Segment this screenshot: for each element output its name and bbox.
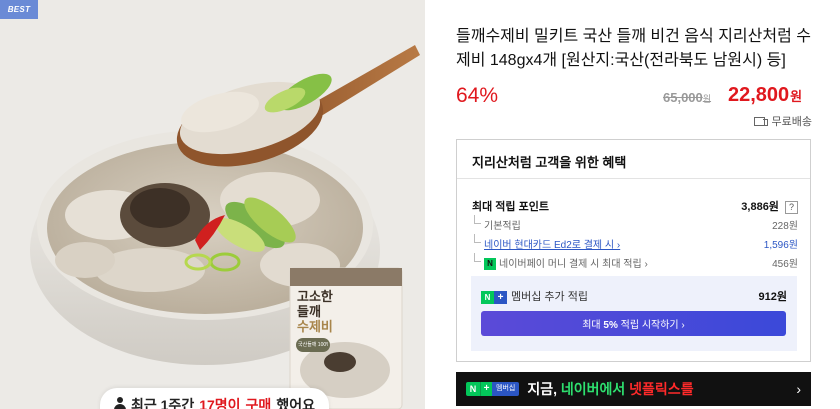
points-card-label[interactable]: 네이버 현대카드 Ed2로 결제 시 › [472, 234, 620, 251]
points-row-basic: 기본적립 228원 [472, 215, 798, 232]
banner-badge-text: 멤버십 [492, 382, 520, 396]
truck-icon [753, 116, 768, 126]
banner-badge-n: N [466, 382, 480, 396]
help-icon[interactable]: ? [785, 201, 798, 214]
membership-box: N + 멤버십 추가 적립 912원 최대 5% 적립 시작하기 › [471, 276, 797, 351]
original-price: 65,000원 [663, 90, 711, 105]
nplus-icon-plus: + [494, 290, 507, 304]
button-suffix: 적립 시작하기 › [620, 320, 685, 331]
original-price-value: 65,000 [663, 90, 703, 105]
original-price-unit: 원 [702, 94, 712, 104]
nplus-icon-n: N [481, 290, 494, 304]
membership-label-wrap: N + 멤버십 추가 적립 [481, 288, 588, 304]
best-badge: BEST [0, 0, 38, 19]
banner-text: 지금, 네이버에서 넷플릭스를 [527, 379, 788, 399]
banner-badge-plus: + [480, 382, 492, 396]
banner-text-1: 지금, [527, 381, 557, 397]
start-membership-button[interactable]: 최대 5% 적립 시작하기 › [481, 311, 786, 336]
points-basic-label: 기본적립 [472, 215, 521, 232]
points-npay-text[interactable]: 네이버페이 머니 결제 시 최대 적립 › [499, 259, 648, 270]
package-title-line3: 수제비 [297, 320, 333, 335]
points-row-card[interactable]: 네이버 현대카드 Ed2로 결제 시 › 1,596원 [472, 234, 798, 251]
banner-text-3: 넷플릭스를 [629, 381, 694, 397]
chevron-right-icon: › [796, 381, 801, 397]
button-rate: 5% [603, 320, 618, 331]
buyers-action: 구매 [245, 397, 272, 409]
buyers-prefix: 최근 1주간 [131, 397, 195, 409]
person-icon [114, 397, 126, 409]
benefit-heading: 지리산처럼 고객을 위한 혜택 [457, 140, 810, 179]
button-prefix: 최대 [582, 320, 601, 331]
shipping-label: 무료배송 [771, 116, 812, 128]
points-basic-value: 228원 [772, 221, 798, 232]
netflix-promo-banner[interactable]: N + 멤버십 지금, 네이버에서 넷플릭스를 › [456, 372, 811, 406]
package-sticker: 국산들깨 100% [298, 342, 328, 348]
benefit-box: 지리산처럼 고객을 위한 혜택 최대 적립 포인트 3,886원 ? 기본적립 … [456, 139, 811, 362]
package-title-line2: 들깨 [297, 305, 321, 320]
sale-price-unit: 원 [790, 89, 803, 104]
product-photo-illustration [0, 0, 425, 409]
sale-price-value: 22,800 [728, 84, 790, 106]
banner-text-2: 네이버에서 [560, 381, 626, 397]
buyers-suffix: 했어요 [276, 397, 315, 409]
max-points-row: 최대 적립 포인트 3,886원 ? [472, 198, 798, 214]
max-points-label: 최대 적립 포인트 [472, 201, 549, 213]
membership-label: 멤버십 추가 적립 [511, 291, 588, 303]
points-npay-label[interactable]: N 네이버페이 머니 결제 시 최대 적립 › [472, 252, 648, 271]
product-info-panel: 들깨수제비 밀키트 국산 들깨 비건 음식 지리산처럼 수제비 148gx4개 … [456, 0, 812, 409]
max-points-value: 3,886원 [741, 201, 779, 213]
discount-rate: 64% [456, 84, 499, 107]
nplus-membership-icon: N + 멤버십 [466, 382, 520, 396]
recent-buyers-notice: 최근 1주간 17명이 구매 했어요 [100, 388, 329, 409]
membership-row: N + 멤버십 추가 적립 912원 [481, 288, 787, 304]
product-title: 들깨수제비 밀키트 국산 들깨 비건 음식 지리산처럼 수제비 148gx4개 … [456, 28, 811, 69]
sale-price: 22,800원 [728, 84, 802, 107]
membership-value: 912원 [758, 291, 787, 303]
max-points-wrap: 3,886원 ? [741, 198, 798, 214]
shipping-info: 무료배송 [753, 113, 812, 129]
points-card-value: 1,596원 [763, 240, 798, 251]
nplus-icon: N + [481, 290, 507, 304]
package-label: 고소한 들깨 수제비 [297, 290, 333, 335]
npay-icon: N [484, 258, 496, 271]
points-row-npay[interactable]: N 네이버페이 머니 결제 시 최대 적립 › 456원 [472, 252, 798, 271]
points-npay-value: 456원 [772, 259, 798, 271]
package-title-line1: 고소한 [297, 290, 333, 305]
product-image[interactable]: 고소한 들깨 수제비 국산들깨 100% BEST 최근 1주간 17명이 구매… [0, 0, 425, 409]
buyers-count: 17명이 [199, 397, 241, 409]
points-card-link[interactable]: 네이버 현대카드 Ed2로 결제 시 › [484, 240, 620, 251]
